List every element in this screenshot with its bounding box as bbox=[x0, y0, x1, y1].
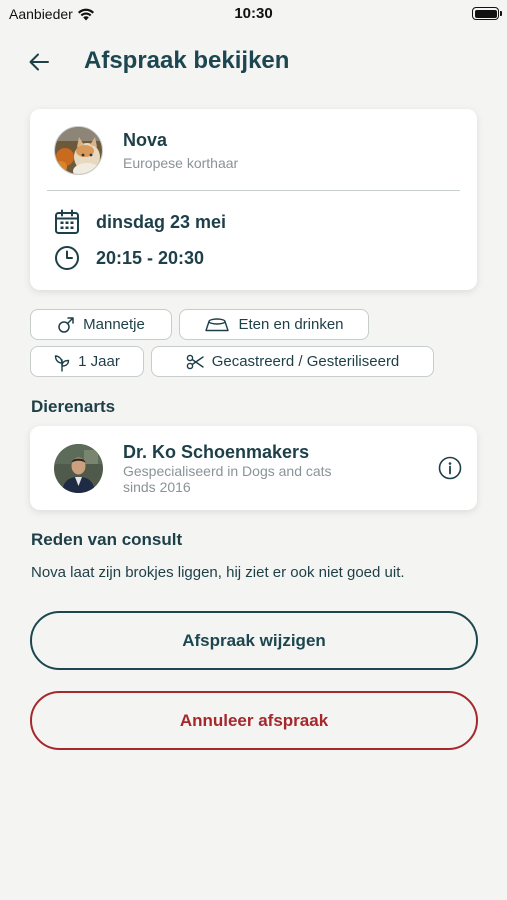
food-bowl-icon bbox=[205, 317, 230, 331]
clock-icon bbox=[53, 244, 81, 272]
cat-photo-icon bbox=[55, 127, 102, 174]
vet-specialty-line1: Gespecialiseerd in Dogs and cats bbox=[123, 463, 332, 479]
header: Afspraak bekijken bbox=[0, 42, 507, 82]
vet-photo-icon bbox=[54, 444, 103, 493]
reason-text: Nova laat zijn brokjes liggen, hij ziet … bbox=[31, 564, 405, 581]
change-appointment-button[interactable]: Afspraak wijzigen bbox=[30, 611, 478, 670]
arrow-left-icon bbox=[29, 53, 49, 71]
male-icon bbox=[58, 316, 74, 333]
vet-info-button[interactable] bbox=[438, 456, 462, 480]
tag-neutered: Gecastreerd / Gesteriliseerd bbox=[151, 346, 434, 377]
vet-avatar bbox=[54, 444, 103, 493]
appointment-time-text: 20:15 - 20:30 bbox=[96, 247, 205, 268]
tag-gender: Mannetje bbox=[30, 309, 172, 340]
appointment-date-text: dinsdag 23 mei bbox=[96, 211, 227, 232]
tag-neutered-label: Gecastreerd / Gesteriliseerd bbox=[211, 353, 400, 370]
vet-section-title: Dierenarts bbox=[31, 397, 116, 416]
status-time: 10:30 bbox=[234, 5, 273, 22]
pet-avatar bbox=[54, 126, 103, 175]
pet-breed: Europese korthaar bbox=[123, 155, 239, 171]
info-icon bbox=[438, 456, 462, 480]
card-divider bbox=[47, 190, 460, 191]
scissors-icon bbox=[186, 354, 204, 369]
back-button[interactable] bbox=[26, 50, 54, 74]
battery-icon bbox=[472, 7, 502, 20]
page-title: Afspraak bekijken bbox=[84, 47, 290, 74]
tag-gender-label: Mannetje bbox=[83, 316, 145, 333]
vet-specialty: Gespecialiseerd in Dogs and cats sinds 2… bbox=[123, 463, 403, 495]
appointment-card: Nova Europese korthaar dinsdag 23 mei 20… bbox=[30, 109, 477, 290]
reason-section-title: Reden van consult bbox=[31, 530, 183, 549]
cancel-appointment-button[interactable]: Annuleer afspraak bbox=[30, 691, 478, 750]
status-bar: Aanbieder 10:30 bbox=[0, 0, 507, 30]
vet-name: Dr. Ko Schoenmakers bbox=[123, 442, 310, 462]
tag-age-label: 1 Jaar bbox=[78, 353, 120, 370]
appointment-time: 20:15 - 20:30 bbox=[53, 244, 204, 272]
calendar-icon bbox=[53, 208, 81, 236]
appointment-date: dinsdag 23 mei bbox=[53, 208, 226, 236]
tag-age: 1 Jaar bbox=[30, 346, 144, 377]
tag-food-label: Eten en drinken bbox=[238, 316, 344, 333]
tag-food: Eten en drinken bbox=[179, 309, 369, 340]
pet-name: Nova bbox=[123, 130, 168, 150]
vet-card: Dr. Ko Schoenmakers Gespecialiseerd in D… bbox=[30, 426, 477, 510]
sprout-icon bbox=[54, 354, 70, 372]
vet-specialty-line2: sinds 2016 bbox=[123, 479, 191, 495]
